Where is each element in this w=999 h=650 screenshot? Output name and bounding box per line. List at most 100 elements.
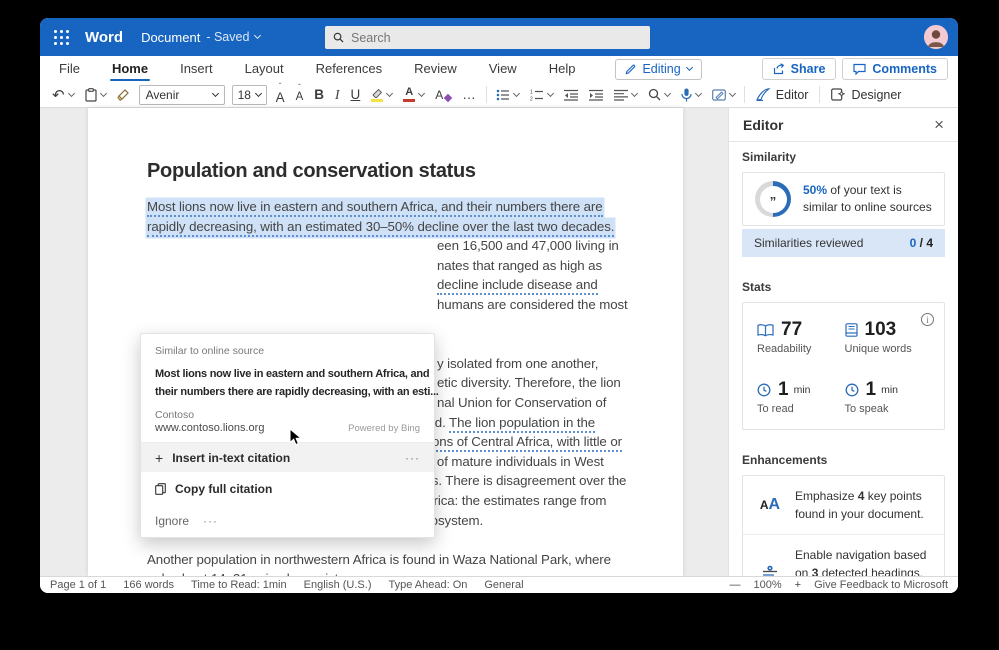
mouse-cursor [289, 428, 304, 446]
status-time-to-read-1min[interactable]: Time to Read: 1min [191, 579, 287, 591]
bold-button[interactable]: B [312, 84, 326, 106]
font-family-select[interactable]: Avenir [138, 84, 225, 105]
chevron-down-icon [685, 63, 693, 72]
plus-icon: + [155, 449, 164, 466]
text-line[interactable]: humans are considered the most [147, 297, 683, 317]
text-line[interactable]: Most lions now live in eastern and south… [147, 199, 683, 219]
text-line[interactable]: rapidly decreasing, with an estimated 30… [147, 218, 683, 239]
find-button[interactable] [646, 84, 672, 106]
stat-value: 1 [778, 379, 789, 400]
similarity-card[interactable]: ” 50% of your text is similar to online … [742, 172, 945, 226]
designer-button[interactable]: Designer [827, 88, 905, 102]
stat-value: 77 [781, 319, 803, 340]
stat-label: To read [757, 403, 794, 415]
notebook-icon [844, 323, 858, 337]
highlight-color-button[interactable] [369, 84, 394, 106]
tab-file[interactable]: File [55, 56, 84, 82]
info-icon[interactable]: i [921, 313, 934, 326]
format-painter-button[interactable] [115, 84, 132, 106]
zoom-out-button[interactable]: — [730, 579, 741, 591]
zoom-level[interactable]: 100% [754, 579, 782, 591]
document-title[interactable]: Document [141, 30, 200, 45]
enhancement-text: Enable navigation based on 3 detected he… [795, 546, 932, 576]
font-size-select[interactable]: 18 [231, 84, 267, 105]
stat-to-read[interactable]: 1 min To read [757, 379, 845, 415]
similarities-reviewed-bar[interactable]: Similarities reviewed 0 / 4 [742, 229, 945, 257]
underline-button[interactable]: U [349, 84, 363, 106]
dictate-button[interactable] [679, 84, 703, 106]
stat-to-speak[interactable]: 1 min To speak [845, 379, 933, 415]
numbering-button[interactable]: 12 [528, 84, 555, 106]
tab-references[interactable]: References [312, 56, 386, 82]
editor-button[interactable]: Editor [752, 88, 813, 102]
tab-layout[interactable]: Layout [241, 56, 288, 82]
text-line[interactable]: Another population in northwestern Afric… [147, 552, 683, 572]
copy-citation-menu-item[interactable]: Copy full citation [141, 472, 434, 505]
ink-editor-button[interactable] [710, 84, 737, 106]
search-icon [333, 32, 344, 43]
body-text: Another population in northwestern Afric… [147, 551, 611, 567]
similarity-donut-icon: ” [755, 181, 791, 217]
status-166-words[interactable]: 166 words [123, 579, 174, 591]
ignore-menu-item[interactable]: Ignore ··· [141, 505, 434, 537]
insert-citation-menu-item[interactable]: + Insert in-text citation ··· [141, 443, 434, 473]
enhancement-item-1[interactable]: AA Emphasize 4 key points found in your d… [743, 476, 944, 534]
decrease-indent-button[interactable] [562, 84, 580, 106]
close-icon[interactable]: × [934, 116, 944, 133]
comment-icon [853, 63, 867, 75]
open-book-icon [757, 323, 774, 337]
stats-card: i 77 Readability 103 Unique words 1 min To rea… [742, 302, 945, 430]
text-line[interactable]: decline include disease and [147, 277, 683, 297]
navigation-icon [755, 565, 785, 576]
undo-button[interactable]: ↶ [50, 84, 76, 106]
text-line[interactable]: een 16,500 and 47,000 living in [147, 238, 683, 258]
search-input[interactable] [351, 30, 642, 45]
reviewed-count: 0 [909, 236, 917, 250]
tab-view[interactable]: View [485, 56, 521, 82]
bullets-button[interactable] [494, 84, 521, 106]
clock-icon [757, 383, 771, 397]
app-name: Word [85, 28, 124, 46]
page-title: Population and conservation status [147, 160, 476, 182]
paste-button[interactable] [83, 84, 108, 106]
text-line[interactable]: nates that ranged as high as [147, 258, 683, 278]
stat-unique-words[interactable]: 103 Unique words [845, 319, 933, 355]
grow-font-button[interactable]: ˆA [274, 82, 287, 106]
comments-button[interactable]: Comments [842, 58, 948, 80]
tab-insert[interactable]: Insert [176, 56, 217, 82]
clear-formatting-button[interactable]: A [433, 84, 453, 106]
increase-indent-button[interactable] [587, 84, 605, 106]
align-button[interactable] [612, 84, 639, 106]
zoom-in-button[interactable]: + [795, 579, 801, 591]
more-options-button[interactable]: … [460, 84, 479, 106]
more-options-icon[interactable]: ··· [203, 514, 218, 528]
app-launcher-icon[interactable] [54, 29, 69, 45]
titlebar: Word Document - Saved [40, 18, 958, 56]
body-text: een 16,500 and 47,000 living in [437, 238, 619, 254]
status-english-u-s[interactable]: English (U.S.) [304, 579, 372, 591]
status-general[interactable]: General [484, 579, 523, 591]
save-status[interactable]: - Saved [206, 30, 262, 44]
body-text: nal Union for Conservation of [437, 394, 607, 410]
chevron-down-icon [254, 31, 262, 40]
italic-button[interactable]: I [333, 84, 342, 106]
tab-review[interactable]: Review [410, 56, 461, 82]
tab-home[interactable]: Home [108, 56, 152, 82]
source-url[interactable]: www.contoso.lions.org [155, 422, 264, 434]
body-text: humans are considered the most [437, 296, 628, 312]
divider [819, 86, 821, 103]
status-type-ahead-on[interactable]: Type Ahead: On [388, 579, 467, 591]
shrink-font-button[interactable]: ˇA [294, 83, 306, 106]
status-page-1-of-1[interactable]: Page 1 of 1 [50, 579, 106, 591]
avatar[interactable] [924, 25, 948, 49]
stat-readability[interactable]: 77 Readability [757, 319, 845, 355]
editing-mode-button[interactable]: Editing [615, 58, 702, 80]
enhancements-card: AA Emphasize 4 key points found in your d… [742, 475, 945, 576]
font-color-button[interactable]: A [401, 84, 426, 106]
tab-help[interactable]: Help [545, 56, 580, 82]
feedback-link[interactable]: Give Feedback to Microsoft [814, 579, 948, 591]
share-button[interactable]: Share [761, 58, 837, 80]
more-options-icon[interactable]: ··· [405, 451, 420, 465]
enhancement-item-2[interactable]: Enable navigation based on 3 detected he… [743, 534, 944, 576]
search-bar[interactable] [325, 26, 650, 49]
